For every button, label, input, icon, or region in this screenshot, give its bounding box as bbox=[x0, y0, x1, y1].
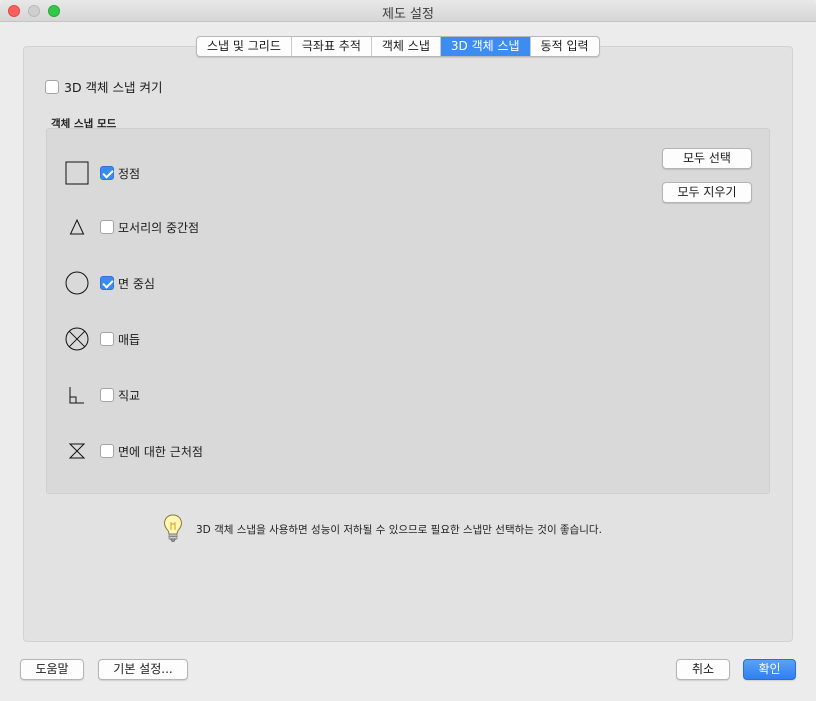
window-title: 제도 설정 bbox=[382, 7, 434, 22]
select-all-button[interactable]: 모두 선택 bbox=[662, 148, 752, 169]
snap-mode-row-nearest: 면에 대한 근처점 bbox=[60, 436, 203, 466]
snap-nearest-checkbox[interactable] bbox=[100, 444, 114, 458]
snap-mode-row-perpendicular: 직교 bbox=[60, 380, 140, 410]
performance-hint-text: 3D 객체 스냅을 사용하면 성능이 저하될 수 있으므로 필요한 스냅만 선택… bbox=[196, 524, 602, 536]
snap-mode-row-center: 면 중심 bbox=[60, 268, 155, 298]
tab-object-snap[interactable]: 객체 스냅 bbox=[372, 37, 441, 56]
clear-all-button[interactable]: 모두 지우기 bbox=[662, 182, 752, 203]
snap-mode-row-knot: 매듭 bbox=[60, 324, 140, 354]
snap-nearest-label: 면에 대한 근처점 bbox=[118, 444, 203, 459]
performance-hint: 3D 객체 스냅을 사용하면 성능이 저하될 수 있으므로 필요한 스냅만 선택… bbox=[162, 513, 602, 546]
tab-dynamic-input[interactable]: 동적 입력 bbox=[531, 37, 599, 56]
help-button[interactable]: 도움말 bbox=[20, 659, 84, 680]
snap-perpendicular-label: 직교 bbox=[118, 388, 141, 403]
snap-midpoint-label: 모서리의 중간점 bbox=[118, 220, 200, 235]
snap-mode-row-vertex: 정점 bbox=[60, 158, 140, 188]
snap-center-checkbox[interactable] bbox=[100, 276, 114, 290]
tab-3d-object-snap[interactable]: 3D 객체 스냅 bbox=[440, 37, 531, 56]
tab-polar-tracking[interactable]: 극좌표 추적 bbox=[292, 37, 372, 56]
snap-vertex-checkbox[interactable] bbox=[100, 166, 114, 180]
snap-perpendicular-checkbox[interactable] bbox=[100, 388, 114, 402]
snap-mode-row-midpoint: 모서리의 중간점 bbox=[60, 212, 199, 242]
enable-3d-snap-label: 3D 객체 스냅 켜기 bbox=[64, 80, 163, 95]
snap-knot-label: 매듭 bbox=[118, 332, 141, 347]
title-bar: 제도 설정 bbox=[0, 0, 816, 22]
lightbulb-icon bbox=[162, 513, 184, 546]
defaults-button[interactable]: 기본 설정... bbox=[98, 659, 188, 680]
ok-button[interactable]: 확인 bbox=[743, 659, 796, 680]
snap-knot-checkbox[interactable] bbox=[100, 332, 114, 346]
cancel-button[interactable]: 취소 bbox=[676, 659, 730, 680]
nearest-hourglass-icon bbox=[60, 436, 94, 466]
tab-snap-and-grid[interactable]: 스냅 및 그리드 bbox=[197, 37, 292, 56]
perpendicular-icon bbox=[60, 380, 94, 410]
drafting-settings-window: 제도 설정 스냅 및 그리드 극좌표 추적 객체 스냅 3D 객체 스냅 동적 … bbox=[0, 0, 816, 701]
vertex-square-icon bbox=[60, 158, 94, 188]
tab-bar: 스냅 및 그리드 극좌표 추적 객체 스냅 3D 객체 스냅 동적 입력 bbox=[196, 36, 600, 57]
knot-circle-x-icon bbox=[60, 324, 94, 354]
snap-center-label: 면 중심 bbox=[118, 276, 155, 291]
enable-3d-snap-checkbox[interactable] bbox=[45, 79, 59, 94]
snap-vertex-label: 정점 bbox=[118, 166, 141, 181]
snap-midpoint-checkbox[interactable] bbox=[100, 220, 114, 234]
center-circle-icon bbox=[60, 268, 94, 298]
midpoint-triangle-icon bbox=[60, 212, 94, 242]
enable-3d-snap-row: 3D 객체 스냅 켜기 bbox=[45, 77, 163, 96]
